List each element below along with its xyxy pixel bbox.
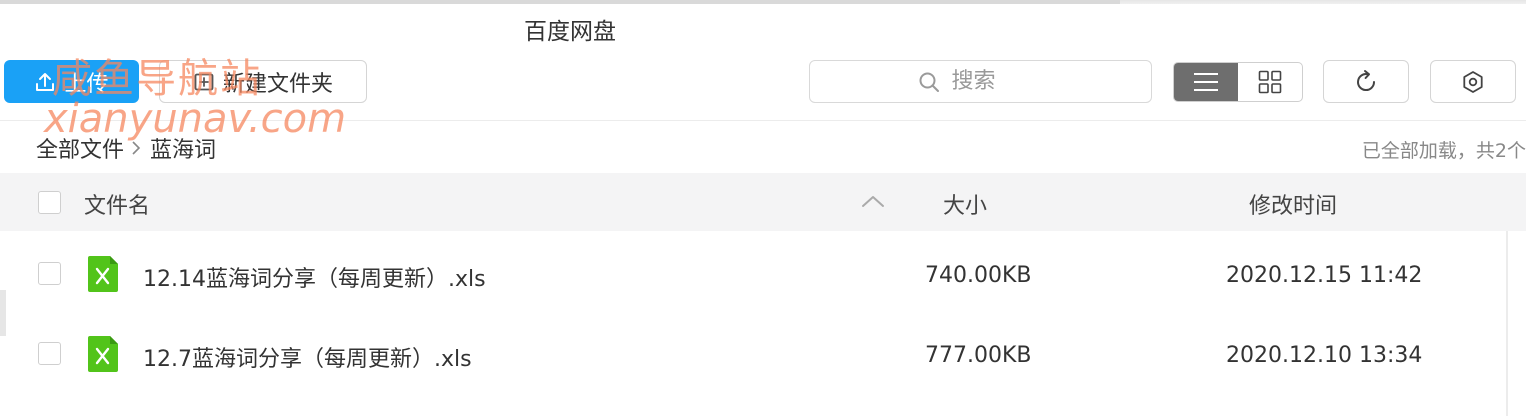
excel-file-icon [88,336,118,372]
window-title: 百度网盘 [524,19,616,45]
row-checkbox[interactable] [38,262,61,285]
file-name[interactable]: 12.7蓝海词分享（每周更新）.xls [143,341,472,373]
file-size: 740.00KB [925,263,1032,288]
list-view-icon [1194,73,1218,91]
search-icon [919,72,939,92]
grid-view-button[interactable] [1238,63,1302,101]
row-checkbox[interactable] [38,342,61,365]
file-list: 12.14蓝海词分享（每周更新）.xls 740.00KB 2020.12.15… [0,231,1508,416]
file-size: 777.00KB [925,343,1032,368]
file-modified-time: 2020.12.10 13:34 [1226,343,1423,368]
search-box[interactable] [809,60,1152,103]
file-list-header: 文件名 大小 修改时间 [0,173,1526,231]
watermark-url: xianyunav.com [44,96,347,142]
sort-ascending-icon[interactable] [861,194,885,208]
settings-icon [1463,70,1483,93]
grid-view-icon [1258,70,1282,94]
excel-file-icon [88,256,118,292]
search-input[interactable] [949,68,1044,95]
column-header-size[interactable]: 大小 [943,188,987,220]
refresh-icon [1357,69,1376,91]
select-all-checkbox[interactable] [38,191,61,214]
file-row[interactable]: 12.14蓝海词分享（每周更新）.xls 740.00KB 2020.12.15… [0,233,1504,313]
view-mode-toggle [1173,62,1303,102]
load-status: 已全部加载，共2个 [1361,140,1526,162]
settings-button[interactable] [1430,60,1516,103]
file-row[interactable]: 12.7蓝海词分享（每周更新）.xls 777.00KB 2020.12.10 … [0,313,1504,393]
column-header-name[interactable]: 文件名 [84,188,150,220]
refresh-button[interactable] [1323,60,1409,103]
file-modified-time: 2020.12.15 11:42 [1226,263,1423,288]
list-view-button[interactable] [1174,63,1238,101]
column-header-modified[interactable]: 修改时间 [1249,188,1337,220]
sidebar-edge [0,290,6,336]
titlebar: 百度网盘 [0,4,1526,48]
file-name[interactable]: 12.14蓝海词分享（每周更新）.xls [143,261,486,293]
